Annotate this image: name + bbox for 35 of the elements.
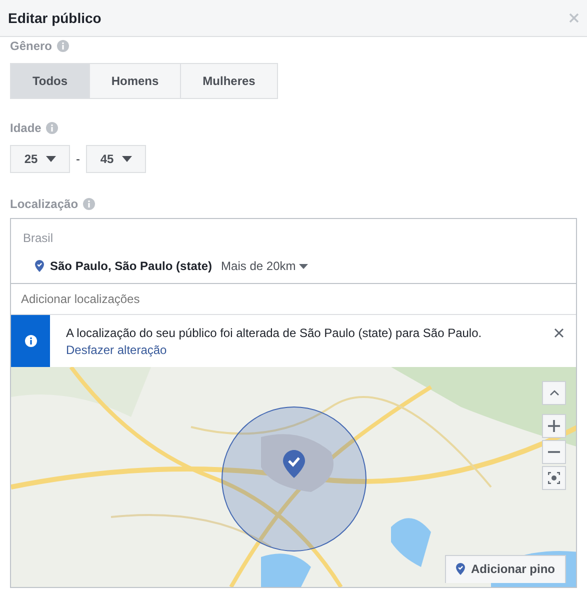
location-pin-icon <box>283 450 305 478</box>
zoom-out-button[interactable] <box>542 440 566 464</box>
undo-link[interactable]: Desfazer alteração <box>66 342 167 357</box>
plus-icon <box>548 420 560 432</box>
chevron-up-icon <box>550 390 558 396</box>
minus-icon <box>548 450 560 453</box>
age-dropdown[interactable]: 45 <box>86 145 146 173</box>
country-label: Brasil <box>23 230 54 247</box>
notice-text: A localização do seu público foi alterada de São Paulo (state) para São Paulo. Desfazer alteração <box>65 325 483 359</box>
info-icon <box>83 198 96 210</box>
info-icon <box>57 40 70 52</box>
caret-icon <box>46 156 56 162</box>
gender-tab[interactable]: Homens <box>89 63 181 99</box>
location-name: São Paulo, São Paulo (state) <box>50 258 212 275</box>
radius-dropdown[interactable]: Mais de 20km <box>221 257 308 275</box>
section-label: Localização <box>10 196 78 213</box>
caret-icon <box>298 264 308 268</box>
age-dropdown[interactable]: 25 <box>10 145 70 173</box>
caret-icon <box>122 156 132 162</box>
recenter-button[interactable] <box>542 466 566 490</box>
location-pin-icon <box>35 260 44 272</box>
age-separator: - <box>76 151 80 168</box>
close-icon <box>554 328 564 338</box>
info-icon <box>24 334 36 347</box>
dialog-title: Editar público <box>8 8 102 28</box>
add-pin-button[interactable]: Adicionar pino <box>445 554 566 583</box>
focus-icon <box>548 472 560 484</box>
section-label: Gênero <box>10 38 52 55</box>
gender-tab[interactable]: Todos <box>10 63 90 99</box>
info-icon <box>46 122 58 134</box>
close-icon <box>569 13 579 23</box>
gender-tab[interactable]: Mulheres <box>180 63 278 99</box>
section-label: Idade <box>10 120 42 137</box>
zoom-in-button[interactable] <box>542 414 566 438</box>
location-pin-icon <box>456 563 465 576</box>
